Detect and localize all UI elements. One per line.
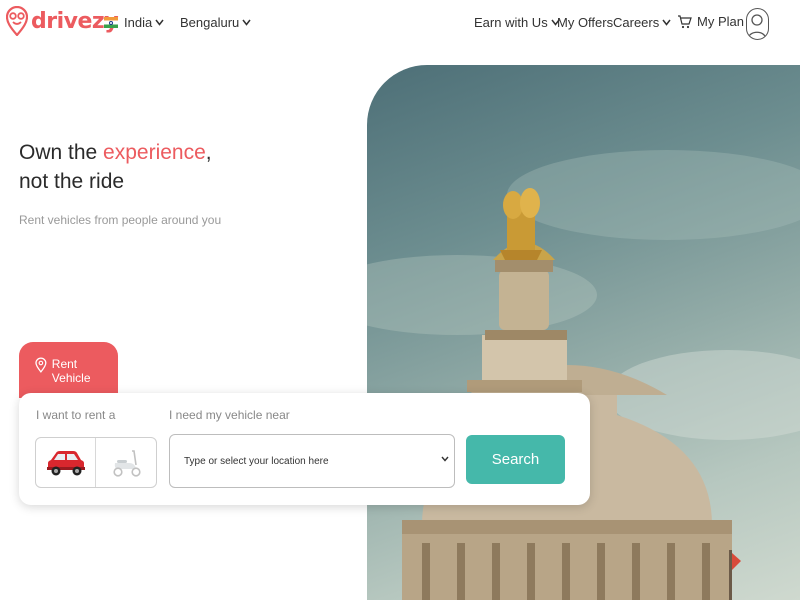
headline-comma: ,	[205, 141, 212, 164]
chevron-down-icon	[441, 456, 449, 462]
country-label: India	[124, 15, 153, 30]
city-selector[interactable]: Bengaluru	[180, 15, 251, 30]
nav-earn-with-us[interactable]: Earn with Us	[474, 15, 560, 30]
tab-rent-vehicle[interactable]: Rent Vehicle	[19, 342, 118, 398]
search-button[interactable]: Search	[466, 435, 565, 484]
hero-subtitle: Rent vehicles from people around you	[19, 213, 222, 227]
location-pin-icon	[35, 357, 47, 373]
drivezy-logo[interactable]: drivezy	[6, 6, 119, 36]
top-navigation-bar: drivezy India Bengaluru Earn with Us My …	[0, 0, 800, 48]
vehicle-type-label: I want to rent a	[36, 408, 116, 422]
city-label: Bengaluru	[180, 15, 240, 30]
headline-line2: not the ride	[19, 170, 125, 193]
nav-my-plan[interactable]: My Plan	[677, 14, 744, 29]
vehicle-type-toggle	[35, 437, 157, 488]
tab-rent-label: Rent Vehicle	[51, 357, 91, 385]
search-button-label: Search	[491, 451, 540, 468]
user-silhouette-icon	[747, 14, 767, 39]
profile-icon[interactable]	[746, 8, 769, 40]
location-select[interactable]: Type or select your location here	[169, 434, 455, 488]
nav-earn-label: Earn with Us	[474, 15, 548, 30]
nav-offers-label: My Offers	[557, 15, 614, 30]
chevron-down-icon	[242, 19, 251, 26]
vidhana-soudha-illustration	[367, 150, 800, 600]
headline-text: Own the	[19, 141, 104, 164]
scooter-icon	[113, 449, 141, 477]
location-label: I need my vehicle near	[169, 408, 290, 422]
nav-plan-label: My Plan	[697, 14, 744, 29]
headline-accent: experience	[103, 141, 206, 164]
hero-image	[367, 65, 800, 600]
hero-headline: Own the experience, not the ride	[19, 138, 212, 196]
chevron-down-icon	[662, 19, 671, 26]
booking-card: I want to rent a I need my vehicle near	[19, 393, 590, 505]
nav-my-offers[interactable]: My Offers	[557, 15, 613, 30]
nav-careers[interactable]: Careers	[613, 15, 671, 30]
location-placeholder: Type or select your location here	[184, 455, 329, 467]
nav-careers-label: Careers	[613, 15, 660, 30]
car-icon	[46, 450, 85, 475]
car-option[interactable]	[36, 438, 97, 487]
drivezy-logo-icon	[6, 6, 28, 36]
cart-icon	[678, 15, 692, 29]
chevron-down-icon	[155, 19, 164, 26]
india-flag-icon	[104, 17, 118, 28]
country-selector[interactable]: India	[104, 15, 164, 30]
scooter-option[interactable]	[96, 438, 156, 487]
